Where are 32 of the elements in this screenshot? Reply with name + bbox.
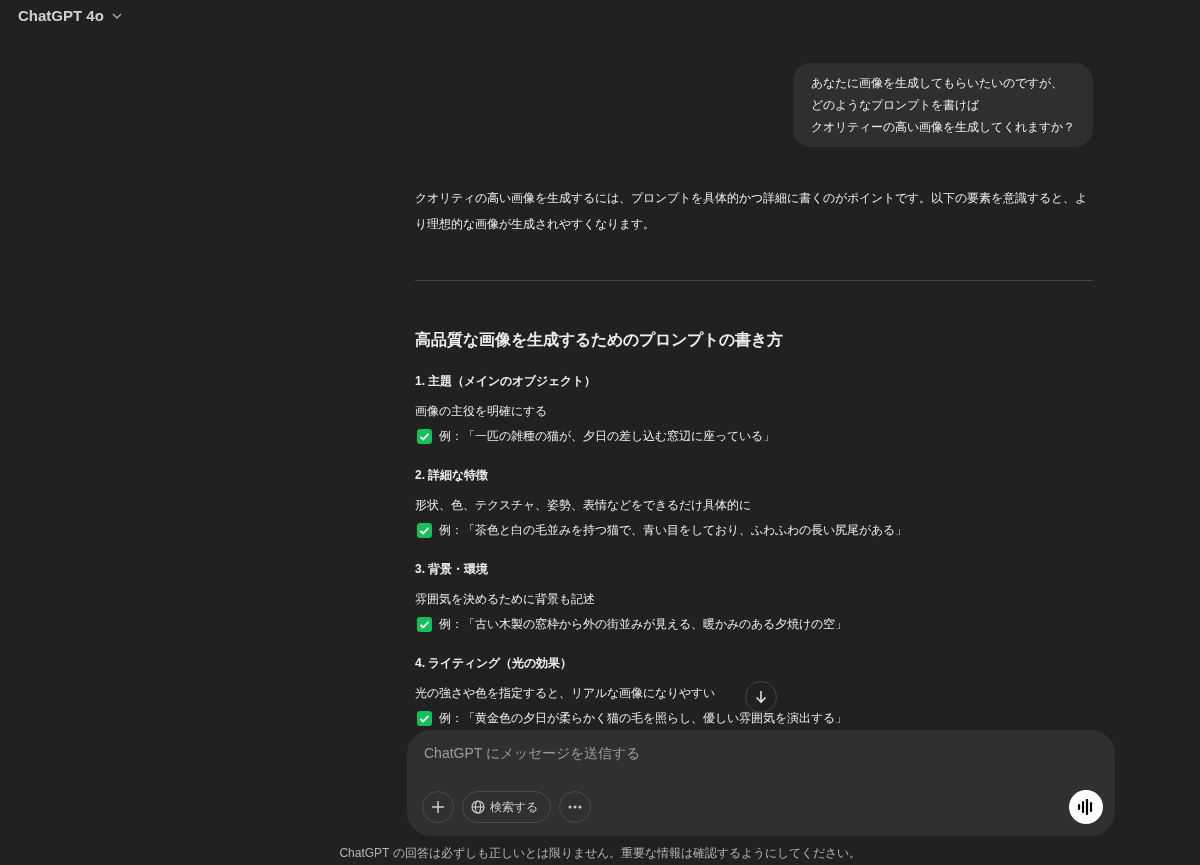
example-text: 例：「古い木製の窓枠から外の街並みが見える、暖かみのある夕焼けの空」	[439, 616, 847, 633]
example-text: 例：「茶色と白の毛並みを持つ猫で、青い目をしており、ふわふわの長い尻尾がある」	[439, 522, 907, 539]
arrow-down-icon	[754, 690, 768, 704]
globe-icon	[471, 800, 485, 814]
list-heading: 3. 背景・環境	[415, 561, 489, 578]
voice-button[interactable]	[1069, 790, 1103, 824]
chevron-down-icon	[111, 13, 122, 20]
checkmark-icon	[417, 616, 432, 632]
checkmark-icon	[417, 522, 432, 538]
voice-icon	[1077, 799, 1095, 815]
checkmark-icon	[417, 428, 432, 444]
list-heading: 1. 主題（メインのオブジェクト）	[415, 373, 597, 390]
list-description: 形状、色、テクスチャ、姿勢、表情などをできるだけ具体的に	[415, 497, 751, 514]
message-input[interactable]: ChatGPT にメッセージを送信する	[422, 742, 1103, 765]
scroll-down-button[interactable]	[745, 681, 777, 713]
message-line: クオリティーの高い画像を生成してくれますか？	[811, 120, 1075, 134]
list-description: 光の強さや色を指定すると、リアルな画像になりやすい	[415, 685, 715, 702]
list-heading: 2. 詳細な特徴	[415, 467, 489, 484]
disclaimer-text: ChatGPT の回答は必ずしも正しいとは限りません。重要な情報は確認するようにしてください。	[339, 845, 861, 862]
message-line: あなたに画像を生成してもらいたいのですが、	[811, 76, 1063, 90]
list-description: 雰囲気を決めるために背景も記述	[415, 591, 595, 608]
plus-icon	[431, 800, 445, 814]
example-text: 例：「一匹の雑種の猫が、夕日の差し込む窓辺に座っている」	[439, 428, 775, 445]
response-paragraph: クオリティの高い画像を生成するには、プロンプトを具体的かつ詳細に書くのがポイントです。以下の要素を意識すると、より理想的な画像が生成されやすくなります。	[415, 190, 1088, 233]
list-description: 画像の主役を明確にする	[415, 403, 547, 420]
checkmark-icon	[417, 710, 432, 726]
example-text: 例：「黄金色の夕日が柔らかく猫の毛を照らし、優しい雰囲気を演出する」	[439, 710, 847, 727]
more-icon	[568, 805, 582, 809]
message-line: どのようなプロンプトを書けば	[811, 98, 979, 112]
list-heading: 4. ライティング（光の効果）	[415, 655, 573, 672]
section-heading: 高品質な画像を生成するためのプロンプトの書き方	[415, 330, 784, 351]
model-selector[interactable]: ChatGPT 4o	[18, 5, 122, 28]
